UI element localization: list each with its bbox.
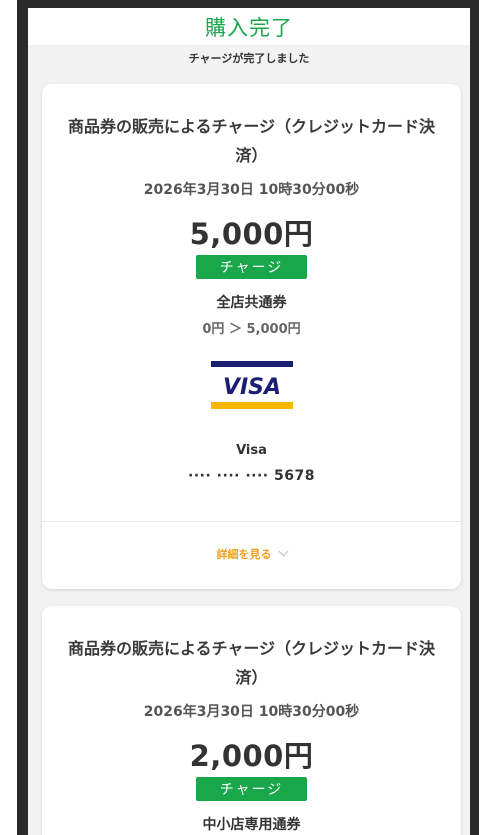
- frame-border-top: [17, 0, 479, 8]
- visa-logo-text: VISA: [222, 375, 280, 400]
- balance-change: 0円 ＞ 5,000円: [202, 322, 301, 337]
- transaction-title: 商品券の販売によるチャージ（クレジットカード決済）: [67, 639, 436, 687]
- header: 購入完了: [28, 8, 470, 45]
- details-link[interactable]: 詳細を見る: [42, 546, 461, 562]
- page-title: 購入完了: [205, 15, 293, 40]
- frame-border-left: [17, 0, 28, 835]
- frame-border-right: [470, 0, 479, 835]
- payment-brand: Visa: [236, 443, 267, 458]
- transaction-title: 商品券の販売によるチャージ（クレジットカード決済）: [67, 117, 436, 165]
- coupon-name: 全店共通券: [216, 295, 287, 311]
- device-frame: 購入完了 チャージが完了しました 商品券の販売によるチャージ（クレジットカード決…: [0, 0, 479, 835]
- visa-logo-icon: VISA: [210, 361, 293, 409]
- transaction-amount: 2,000円: [189, 739, 314, 773]
- completion-message: チャージが完了しました: [188, 52, 310, 65]
- chevron-down-icon: [278, 546, 288, 557]
- details-label: 詳細を見る: [216, 548, 272, 561]
- transaction-date: 2026年3月30日 10時30分00秒: [143, 182, 360, 198]
- transaction-card: 商品券の販売によるチャージ（クレジットカード決済） 2026年3月30日 10時…: [42, 606, 461, 835]
- transaction-amount: 5,000円: [189, 217, 314, 251]
- charge-badge: チャージ: [195, 255, 308, 279]
- charge-badge: チャージ: [195, 777, 308, 801]
- card-divider: [42, 521, 461, 522]
- screen: 購入完了 チャージが完了しました 商品券の販売によるチャージ（クレジットカード決…: [28, 8, 470, 835]
- card-number: ···· ···· ···· 5678: [188, 468, 315, 484]
- transaction-date: 2026年3月30日 10時30分00秒: [143, 704, 360, 720]
- coupon-name: 中小店専用通券: [202, 817, 301, 833]
- transaction-card: 商品券の販売によるチャージ（クレジットカード決済） 2026年3月30日 10時…: [42, 84, 461, 589]
